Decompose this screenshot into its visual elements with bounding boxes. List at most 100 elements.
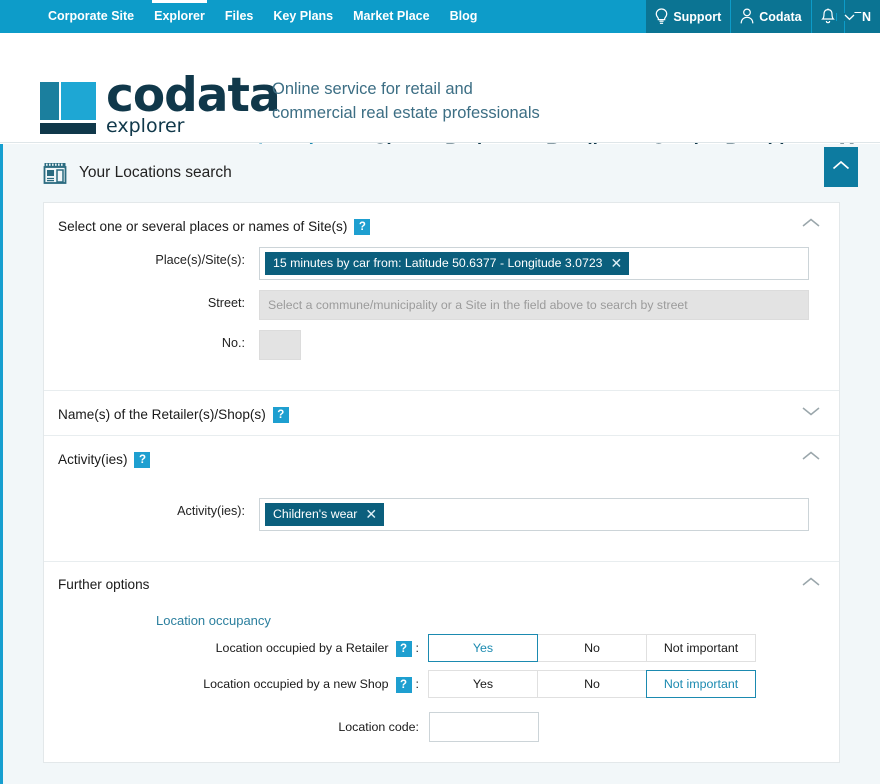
search-page: Your Locations search Select one or seve… xyxy=(0,144,880,784)
help-icon[interactable]: ? xyxy=(395,677,412,693)
top-utility-bar: Corporate Site Explorer Files Key Plans … xyxy=(0,0,880,33)
chevron-up-icon[interactable] xyxy=(801,449,821,467)
logo-primary-text: codata xyxy=(106,68,281,123)
support-button[interactable]: Support xyxy=(645,0,731,33)
top-right-actions: Support Codata EN xyxy=(645,0,880,33)
activities-field-row: Activity(ies): Children's wear ✕ xyxy=(44,498,839,531)
help-icon[interactable]: ? xyxy=(134,452,151,468)
chevron-up-icon[interactable] xyxy=(801,575,821,593)
option-new-shop-suffix: : xyxy=(415,677,419,691)
section-further-options: Further options Location occupancy Locat… xyxy=(44,562,839,762)
chevron-down-icon xyxy=(844,13,855,21)
no-field-label: No.: xyxy=(221,336,245,350)
close-icon[interactable]: ✕ xyxy=(611,256,623,270)
section-activities: Activity(ies) ? Activity(ies): Children'… xyxy=(44,436,839,562)
codata-logo-mark xyxy=(40,82,96,134)
help-icon[interactable]: ? xyxy=(395,641,412,657)
logo-bar-left xyxy=(40,82,59,120)
topnav-key-plans[interactable]: Key Plans xyxy=(263,0,343,33)
street-field-row: Street: Select a commune/municipality or… xyxy=(44,290,839,320)
topnav-explorer[interactable]: Explorer xyxy=(144,0,215,33)
panel-header: Your Locations search xyxy=(3,144,880,202)
option-retailer-no[interactable]: No xyxy=(537,634,647,662)
activities-input[interactable]: Children's wear ✕ xyxy=(259,498,809,531)
logo-bar-bottom xyxy=(40,123,96,134)
no-input xyxy=(259,330,301,360)
option-retailer-suffix: : xyxy=(415,641,419,655)
street-input: Select a commune/municipality or a Site … xyxy=(259,290,809,320)
tagline-line-1: Online service for retail and xyxy=(272,80,473,98)
bell-icon xyxy=(820,8,835,26)
activity-tag-label: Children's wear xyxy=(273,507,358,521)
close-icon[interactable]: ✕ xyxy=(365,507,377,521)
tagline-line-2: commercial real estate professionals xyxy=(272,104,540,122)
topnav-corporate-site[interactable]: Corporate Site xyxy=(38,0,144,33)
section-further-options-title: Further options xyxy=(58,577,150,592)
logo-square-right xyxy=(61,82,96,120)
option-new-shop-label: Location occupied by a new Shop ? : xyxy=(44,676,429,693)
option-retailer-label: Location occupied by a Retailer ? : xyxy=(44,640,429,657)
topnav-market-place[interactable]: Market Place xyxy=(343,0,439,33)
language-dropdown-toggle[interactable] xyxy=(836,12,862,21)
section-places: Select one or several places or names of… xyxy=(44,203,839,391)
section-further-options-body: Location occupancy Location occupied by … xyxy=(44,605,839,762)
option-new-shop-no[interactable]: No xyxy=(537,670,647,698)
option-retailer-text: Location occupied by a Retailer xyxy=(215,641,389,655)
section-places-header[interactable]: Select one or several places or names of… xyxy=(44,203,839,247)
option-retailer-not-important[interactable]: Not important xyxy=(646,634,756,662)
option-new-shop-text: Location occupied by a new Shop xyxy=(203,677,389,691)
section-activities-title: Activity(ies) xyxy=(58,451,128,467)
option-new-shop-buttons: Yes No Not important xyxy=(428,670,756,698)
places-input[interactable]: 15 minutes by car from: Latitude 50.6377… xyxy=(259,247,809,280)
place-tag[interactable]: 15 minutes by car from: Latitude 50.6377… xyxy=(265,252,630,275)
chevron-up-icon[interactable] xyxy=(801,216,821,234)
location-occupancy-subheading: Location occupancy xyxy=(156,613,271,628)
support-label: Support xyxy=(673,9,722,24)
topnav-blog[interactable]: Blog xyxy=(440,0,488,33)
option-row-retailer: Location occupied by a Retailer ? : Yes … xyxy=(44,634,839,662)
places-field-row: Place(s)/Site(s): 15 minutes by car from… xyxy=(44,247,839,280)
location-code-row: Location code: xyxy=(44,712,839,742)
chevron-up-icon xyxy=(832,158,850,176)
account-button[interactable]: Codata xyxy=(730,0,811,33)
street-field-control: Select a commune/municipality or a Site … xyxy=(259,290,839,320)
top-nav: Corporate Site Explorer Files Key Plans … xyxy=(0,0,487,33)
activity-tag[interactable]: Children's wear ✕ xyxy=(265,503,385,526)
option-row-new-shop: Location occupied by a new Shop ? : Yes … xyxy=(44,670,839,698)
app-root: Corporate Site Explorer Files Key Plans … xyxy=(0,0,880,784)
street-field-label: Street: xyxy=(207,296,245,310)
option-new-shop-yes[interactable]: Yes xyxy=(428,670,538,698)
section-places-title: Select one or several places or names of… xyxy=(58,218,348,234)
section-retailer-names-title: Name(s) of the Retailer(s)/Shop(s) xyxy=(58,406,266,422)
site-header: codata explorer Online service for retai… xyxy=(0,33,880,162)
section-further-options-header[interactable]: Further options xyxy=(44,562,839,605)
search-sections: Select one or several places or names of… xyxy=(43,202,840,763)
places-field-label: Place(s)/Site(s): xyxy=(155,253,245,267)
account-label: Codata xyxy=(759,9,802,24)
option-retailer-buttons: Yes No Not important xyxy=(428,634,756,662)
brand-logo[interactable]: codata explorer xyxy=(40,72,281,144)
panel-collapse-button[interactable] xyxy=(824,147,858,187)
section-retailer-names: Name(s) of the Retailer(s)/Shop(s) ? xyxy=(44,391,839,436)
help-icon[interactable]: ? xyxy=(272,407,289,423)
topnav-files[interactable]: Files xyxy=(215,0,264,33)
place-tag-label: 15 minutes by car from: Latitude 50.6377… xyxy=(273,256,603,270)
location-code-input[interactable] xyxy=(429,712,539,742)
no-field-control xyxy=(259,330,839,360)
section-places-body: Place(s)/Site(s): 15 minutes by car from… xyxy=(44,247,839,390)
activities-field-control: Children's wear ✕ xyxy=(259,498,839,531)
lightbulb-icon xyxy=(655,7,668,26)
street-placeholder: Select a commune/municipality or a Site … xyxy=(268,298,688,312)
help-icon[interactable]: ? xyxy=(354,219,371,235)
chevron-down-icon[interactable] xyxy=(801,404,821,422)
option-retailer-yes[interactable]: Yes xyxy=(428,634,538,662)
section-activities-header[interactable]: Activity(ies) ? xyxy=(44,436,839,480)
option-new-shop-not-important[interactable]: Not important xyxy=(646,670,756,698)
section-activities-body: Activity(ies): Children's wear ✕ xyxy=(44,480,839,561)
shop-storefront-icon xyxy=(43,162,67,184)
no-field-row: No.: xyxy=(44,330,839,360)
person-icon xyxy=(740,8,754,25)
page-title: Your Locations search xyxy=(79,164,232,181)
section-retailer-names-header[interactable]: Name(s) of the Retailer(s)/Shop(s) ? xyxy=(44,391,839,435)
places-field-control: 15 minutes by car from: Latitude 50.6377… xyxy=(259,247,839,280)
